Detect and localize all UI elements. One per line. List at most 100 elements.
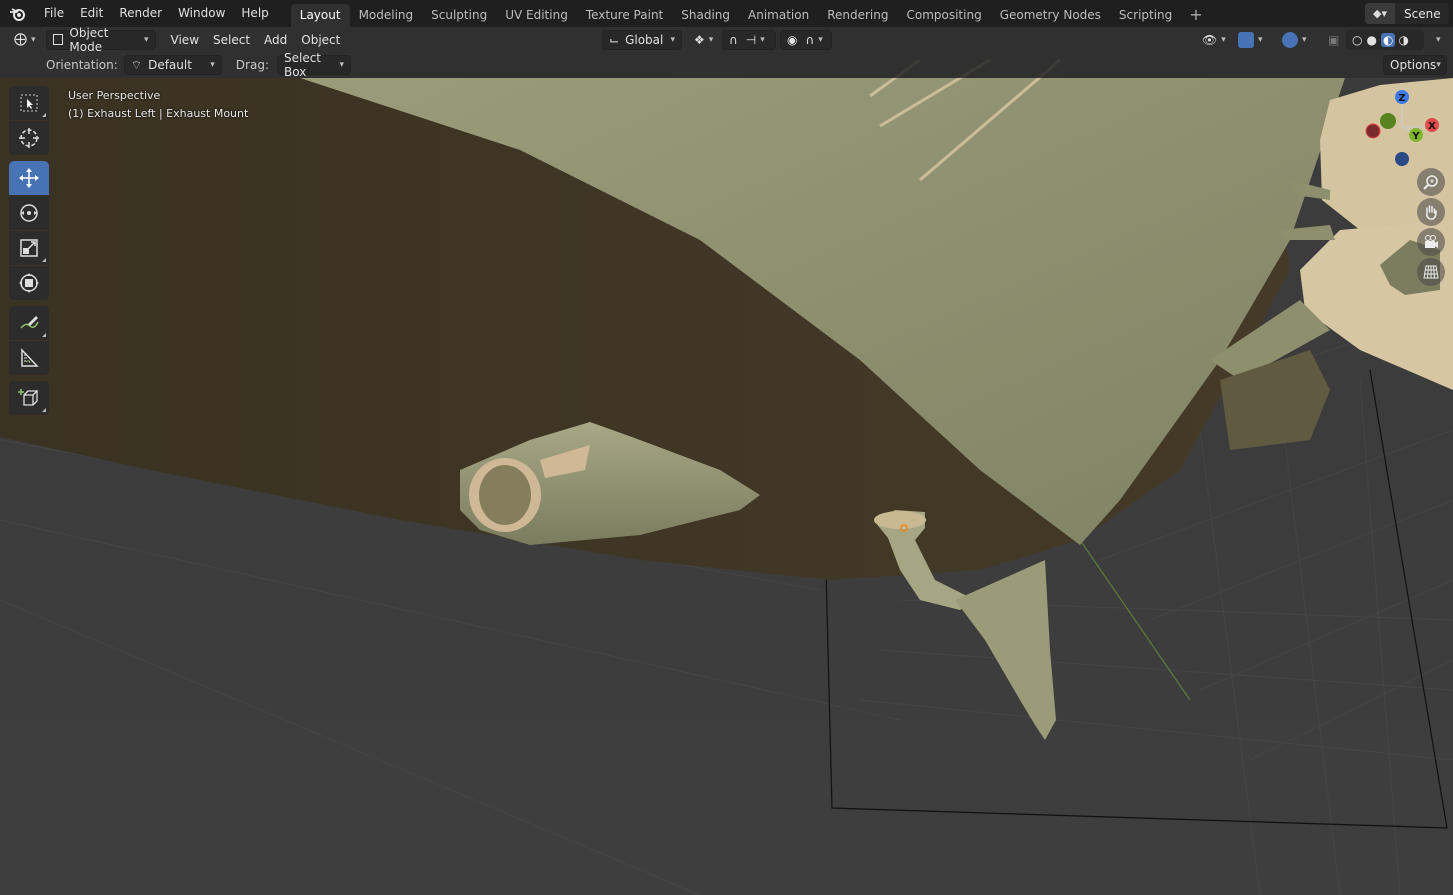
editor-type-button[interactable]: ⨁ ▾ [8,30,42,50]
pan-button[interactable] [1417,198,1445,226]
3d-viewport[interactable] [0,52,1453,895]
snap-target-icon: ⊣ [745,32,757,47]
tool-annotate[interactable] [9,306,49,340]
orientation-dropdown-value: Default [148,58,192,72]
gizmo-z-label: Z [1398,93,1405,104]
projection-toggle-button[interactable] [1417,258,1445,286]
eye-icon: 👁 [1202,32,1218,47]
chevron-down-icon: ▾ [144,34,149,45]
annotate-icon [20,316,39,329]
workspace-tabs: Layout Modeling Sculpting UV Editing Tex… [290,0,1211,27]
tab-rendering[interactable]: Rendering [818,4,897,27]
blender-logo-icon[interactable] [0,0,36,27]
tab-sculpting[interactable]: Sculpting [422,4,496,27]
drag-label: Drag: [235,58,269,72]
chevron-down-icon: ▾ [760,34,765,45]
drag-dropdown[interactable]: Select Box ▾ [276,51,351,79]
tab-modeling[interactable]: Modeling [350,4,423,27]
tab-shading[interactable]: Shading [672,4,739,27]
falloff-curve-icon: ∩ [805,32,815,47]
scale-icon [20,239,38,257]
mode-dropdown[interactable]: Object Mode ▾ [45,26,156,54]
chevron-down-icon: ▾ [1258,34,1263,45]
tool-scale[interactable] [9,231,49,265]
move-icon [19,168,39,188]
orientation-gizmo-icon: ⌔ [130,57,143,72]
active-object-label: (1) Exhaust Left | Exhaust Mount [68,107,249,120]
tab-animation[interactable]: Animation [739,4,818,27]
gizmo-neg-x [1365,123,1381,139]
chevron-down-icon: ▾ [1436,34,1441,45]
scene-name: Scene [1404,6,1441,21]
wireframe-shading-icon[interactable]: ○ [1352,33,1362,47]
tab-compositing[interactable]: Compositing [897,4,990,27]
menu-render[interactable]: Render [111,0,170,27]
transform-icon [19,273,39,293]
chevron-down-icon: ▾ [818,34,823,45]
snapping-button[interactable]: ∩ ⊣ ▾ [722,29,776,50]
orientation-dropdown[interactable]: ⌔ Default ▾ [123,55,222,75]
tab-uv-editing[interactable]: UV Editing [496,4,577,27]
select-box-icon [20,94,38,112]
add-cube-icon [18,389,39,406]
viewport-header: ⨁ ▾ Object Mode ▾ View Select Add Object … [0,26,1453,54]
cursor-icon [19,128,39,148]
pivot-point-button[interactable]: ❖ ▾ [688,30,719,50]
menu-file[interactable]: File [36,0,72,27]
shading-options-button[interactable]: ▾ [1426,30,1447,50]
proportional-editing-button[interactable]: ◉ ∩ ▾ [780,29,832,50]
rendered-shading-icon[interactable]: ◑ [1398,33,1408,47]
menu-object[interactable]: Object [294,33,347,47]
gizmo-x-label: X [1428,121,1436,132]
xray-toggle-button[interactable]: ▣ [1322,30,1345,50]
tool-select-box[interactable] [9,86,49,120]
chevron-down-icon: ▾ [1302,34,1307,45]
tab-texture-paint[interactable]: Texture Paint [577,4,672,27]
menu-view[interactable]: View [164,33,206,47]
tab-layout[interactable]: Layout [290,4,350,27]
solid-shading-icon[interactable]: ● [1366,33,1376,47]
xray-icon: ▣ [1328,32,1340,47]
gizmo-y-label: Y [1411,131,1420,142]
gizmo-toggle-button[interactable]: ▾ [1232,30,1272,50]
pivot-icon: ❖ [694,32,705,47]
tool-rotate[interactable] [9,196,49,230]
tool-cursor[interactable] [9,121,49,155]
gizmo-neg-z [1395,152,1409,166]
scene-selector[interactable]: ◆▾ Scene [1365,3,1449,24]
menu-help[interactable]: Help [233,0,276,27]
navigation-gizmo[interactable]: X Y Z [1358,85,1448,175]
options-dropdown[interactable]: Options ▾ [1383,55,1447,75]
grid-perspective-icon [1423,265,1439,279]
tool-move[interactable] [9,161,49,195]
mode-label: Object Mode [69,25,109,54]
zoom-icon [1423,175,1438,190]
tab-scripting[interactable]: Scripting [1110,4,1181,27]
menu-add[interactable]: Add [257,33,294,47]
object-mode-icon [52,34,64,45]
tool-measure[interactable] [9,341,49,375]
chevron-down-icon: ▾ [708,34,714,45]
chevron-down-icon: ▾ [670,34,675,45]
overlays-toggle-button[interactable]: ▾ [1276,30,1316,50]
menu-window[interactable]: Window [170,0,233,27]
camera-view-button[interactable] [1417,228,1445,256]
material-shading-icon[interactable]: ◐ [1380,32,1396,47]
orientation-axes-icon: ⌙ [609,32,620,47]
overlays-icon [1282,31,1298,48]
tab-geometry-nodes[interactable]: Geometry Nodes [991,4,1110,27]
menu-select[interactable]: Select [206,33,257,47]
drag-dropdown-value: Select Box [283,51,322,79]
tool-transform[interactable] [9,266,49,300]
tool-shelf [9,86,51,421]
add-workspace-button[interactable]: + [1181,4,1210,27]
gizmo-icon [1238,31,1254,48]
zoom-button[interactable] [1417,168,1445,196]
tool-add-cube[interactable] [9,381,49,415]
visibility-button[interactable]: 👁 ▾ [1196,30,1232,50]
chevron-down-icon: ▾ [31,34,36,45]
magnet-icon: ∩ [729,32,738,47]
transform-orientation-dropdown[interactable]: ⌙ Global ▾ [602,29,682,50]
menu-edit[interactable]: Edit [72,0,111,27]
hand-icon [1426,205,1437,220]
